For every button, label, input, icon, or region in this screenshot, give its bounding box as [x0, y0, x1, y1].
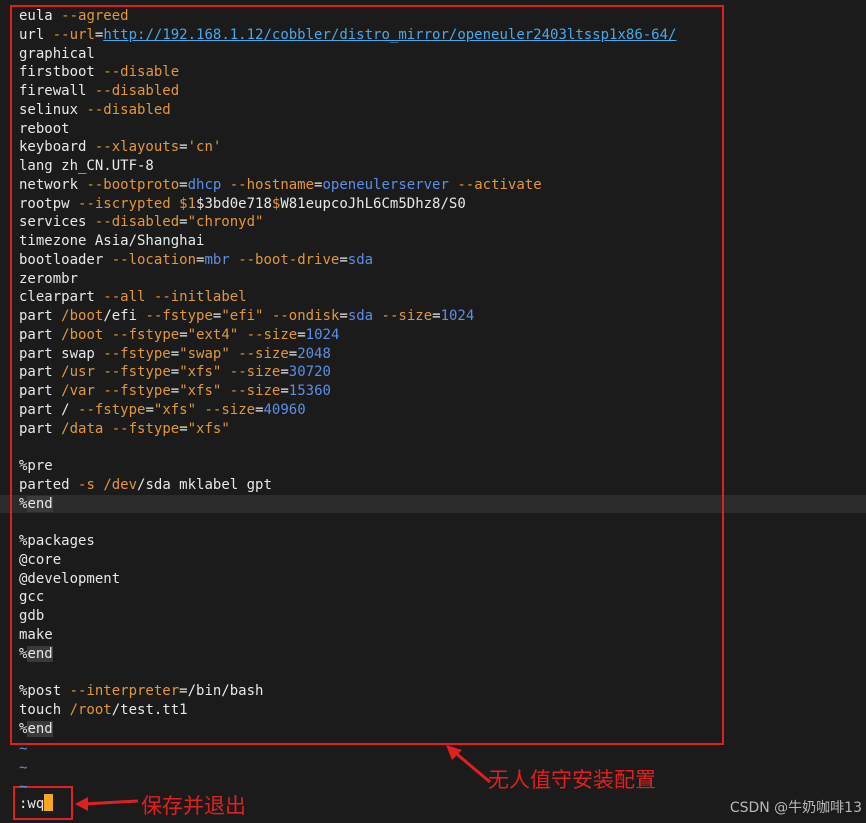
save-annotation: 保存并退出 [141, 794, 246, 818]
empty-line-tilde: ~ [19, 741, 28, 757]
empty-line-tilde: ~ [19, 759, 28, 776]
watermark: CSDN @牛奶咖啡13 [729, 800, 862, 816]
empty-line-tilde: ~ [19, 778, 28, 795]
config-highlight-box [10, 5, 724, 745]
arrow-to-command-icon [75, 797, 139, 811]
config-annotation: 无人值守安装配置 [488, 768, 656, 792]
